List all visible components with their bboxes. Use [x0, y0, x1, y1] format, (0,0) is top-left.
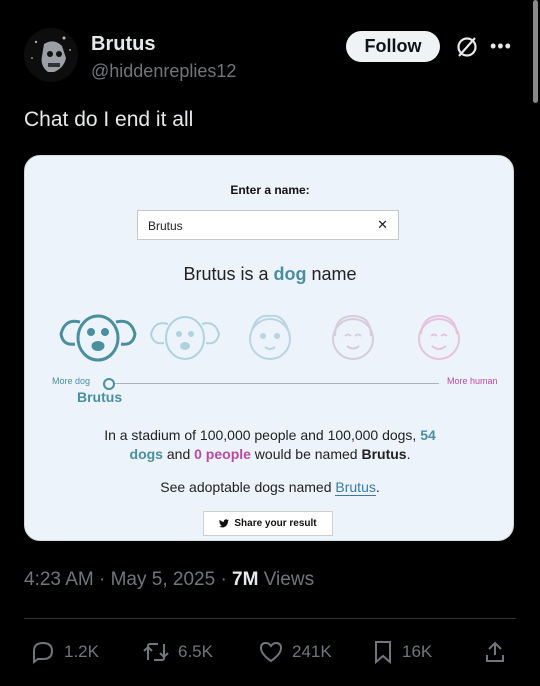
more-dog-label: More dog	[52, 376, 91, 386]
stadium-stat: In a stadium of 100,000 people and 100,0…	[55, 426, 485, 464]
twitter-bird-icon	[219, 519, 230, 528]
share-icon	[486, 641, 504, 662]
adopt-link[interactable]: Brutus	[335, 479, 376, 496]
follow-button[interactable]: Follow	[346, 31, 440, 62]
tweet-meta: 4:23 AM · May 5, 2025 · 7M Views	[24, 569, 314, 591]
dog-human-scale-icons	[59, 314, 460, 362]
heart-icon	[259, 641, 283, 663]
clear-icon[interactable]: ✕	[377, 217, 388, 233]
name-input[interactable]: Brutus ✕	[137, 210, 399, 240]
reply-count: 1.2K	[64, 642, 99, 661]
dog-face-icon	[59, 314, 137, 362]
share-label: Share your result	[234, 518, 317, 529]
dog-face-icon	[149, 316, 221, 360]
repost-count: 6.5K	[178, 642, 213, 661]
adoptable-dogs-line: See adoptable dogs named Brutus.	[25, 479, 513, 496]
views-label: Views	[258, 569, 315, 590]
bookmark-count: 16K	[402, 642, 433, 661]
more-human-label: More human	[447, 376, 498, 386]
headline-end: name	[306, 264, 357, 284]
headline-kind: dog	[273, 264, 307, 284]
human-face-icon	[332, 314, 374, 360]
human-face-icon	[418, 314, 460, 360]
tweet-text: Chat do I end it all	[24, 108, 194, 131]
divider	[24, 618, 516, 619]
like-count: 241K	[292, 642, 332, 661]
stat-part: In a stadium of 100,000 people and 100,0…	[104, 427, 421, 443]
result-headline: Brutus is a dog name	[25, 264, 513, 285]
repost-button[interactable]: 6.5K	[142, 640, 213, 664]
dogs-word: dogs	[129, 446, 163, 462]
scale-track	[109, 383, 439, 384]
scale-marker-name: Brutus	[77, 389, 123, 405]
repost-icon	[143, 643, 169, 661]
adopt-end: .	[375, 479, 380, 495]
reply-button[interactable]: 1.2K	[30, 640, 99, 664]
avatar[interactable]	[24, 28, 78, 82]
stat-part2: would be named	[250, 446, 362, 462]
reply-icon	[33, 641, 54, 664]
name-input-value: Brutus	[148, 219, 183, 233]
stat-and: and	[162, 446, 195, 462]
display-name[interactable]: Brutus	[91, 33, 155, 56]
views-count: 7M	[232, 569, 259, 590]
enter-name-label: Enter a name:	[230, 183, 310, 197]
headline-mid: is a	[235, 264, 274, 284]
stat-end: .	[406, 446, 411, 462]
like-button[interactable]: 241K	[258, 640, 332, 664]
tweet-timestamp[interactable]: 4:23 AM · May 5, 2025 ·	[24, 569, 232, 590]
share-result-button[interactable]: Share your result	[203, 511, 333, 536]
headline-name: Brutus	[183, 264, 236, 284]
grok-icon[interactable]	[455, 35, 479, 59]
user-handle[interactable]: @hiddenreplies12	[91, 61, 236, 82]
bookmark-button[interactable]: 16K	[372, 640, 432, 664]
share-button[interactable]	[483, 640, 507, 664]
adopt-prefix: See adoptable dogs named	[160, 479, 336, 495]
stat-name: Brutus	[361, 446, 407, 462]
embedded-card: Enter a name: Brutus ✕ Brutus is a dog n…	[24, 155, 514, 541]
scrollbar[interactable]	[533, 0, 538, 103]
people-count: 0 people	[194, 446, 251, 462]
more-options-icon[interactable]: •••	[490, 36, 512, 57]
dogs-count: 54	[420, 427, 436, 443]
dog-human-face-icon	[249, 314, 291, 360]
bookmark-icon	[375, 641, 391, 664]
